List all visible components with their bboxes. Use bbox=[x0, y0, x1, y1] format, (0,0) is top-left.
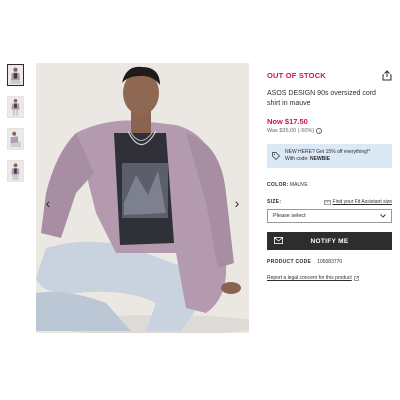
promo-line-2: With code: NEWBIE bbox=[285, 156, 370, 163]
previous-price-text: Was $35.00 (-50%) bbox=[267, 128, 315, 134]
current-price: Now $17.50 bbox=[267, 117, 308, 126]
legal-concern-link[interactable]: Report a legal concern for this product bbox=[267, 275, 392, 281]
thumbnail-4[interactable] bbox=[7, 160, 24, 182]
mail-icon bbox=[274, 237, 283, 244]
previous-price: Was $35.00 (-50%) i bbox=[267, 128, 392, 134]
info-icon[interactable]: i bbox=[316, 128, 323, 134]
legal-concern-text: Report a legal concern for this product bbox=[267, 275, 352, 281]
product-title: ASOS DESIGN 90s oversized cord shirt in … bbox=[267, 90, 376, 107]
chevron-left-icon[interactable]: ‹ bbox=[42, 196, 54, 210]
tag-icon bbox=[272, 152, 280, 160]
size-select-value: Please select bbox=[273, 213, 306, 219]
color-row: COLOR: MAUVE bbox=[267, 182, 392, 188]
color-value: MAUVE bbox=[289, 182, 308, 188]
chevron-right-icon[interactable]: › bbox=[231, 196, 243, 210]
promo-line-1: NEW HERE? Get 15% off everything!* bbox=[285, 149, 371, 155]
ruler-icon bbox=[323, 200, 331, 204]
promo-code-prefix: With code: bbox=[285, 156, 311, 162]
fit-assistant-text: Find your Fit Assistant size bbox=[332, 199, 392, 205]
thumbnail-2[interactable] bbox=[7, 96, 24, 118]
external-link-icon bbox=[354, 275, 359, 281]
share-icon[interactable] bbox=[382, 70, 392, 81]
promo-banner: NEW HERE? Get 15% off everything!* With … bbox=[267, 144, 392, 168]
thumbnail-1[interactable] bbox=[7, 64, 24, 86]
thumbnail-strip bbox=[7, 64, 24, 192]
product-code-row: PRODUCT CODE 105083770 bbox=[267, 259, 392, 265]
promo-text: NEW HERE? Get 15% off everything!* With … bbox=[285, 149, 370, 163]
thumbnail-3[interactable] bbox=[7, 128, 24, 150]
product-code-label: PRODUCT CODE bbox=[267, 259, 312, 265]
promo-code: NEWBIE bbox=[310, 156, 331, 162]
product-code-value: 105083770 bbox=[317, 259, 343, 265]
color-label: COLOR: bbox=[267, 182, 289, 188]
chevron-down-icon bbox=[380, 214, 386, 218]
product-main-image[interactable] bbox=[36, 63, 249, 333]
notify-me-label: NOTIFY ME bbox=[310, 237, 349, 245]
notify-me-button[interactable]: NOTIFY ME bbox=[267, 232, 392, 250]
size-row: SIZE: Find your Fit Assistant size bbox=[267, 199, 392, 205]
size-select[interactable]: Please select bbox=[267, 209, 392, 223]
fit-assistant-link[interactable]: Find your Fit Assistant size bbox=[323, 199, 392, 205]
size-label: SIZE: bbox=[267, 199, 282, 205]
stock-status: OUT OF STOCK bbox=[267, 71, 326, 80]
product-details-panel: OUT OF STOCK ASOS DESIGN 90s oversized c… bbox=[267, 70, 392, 281]
